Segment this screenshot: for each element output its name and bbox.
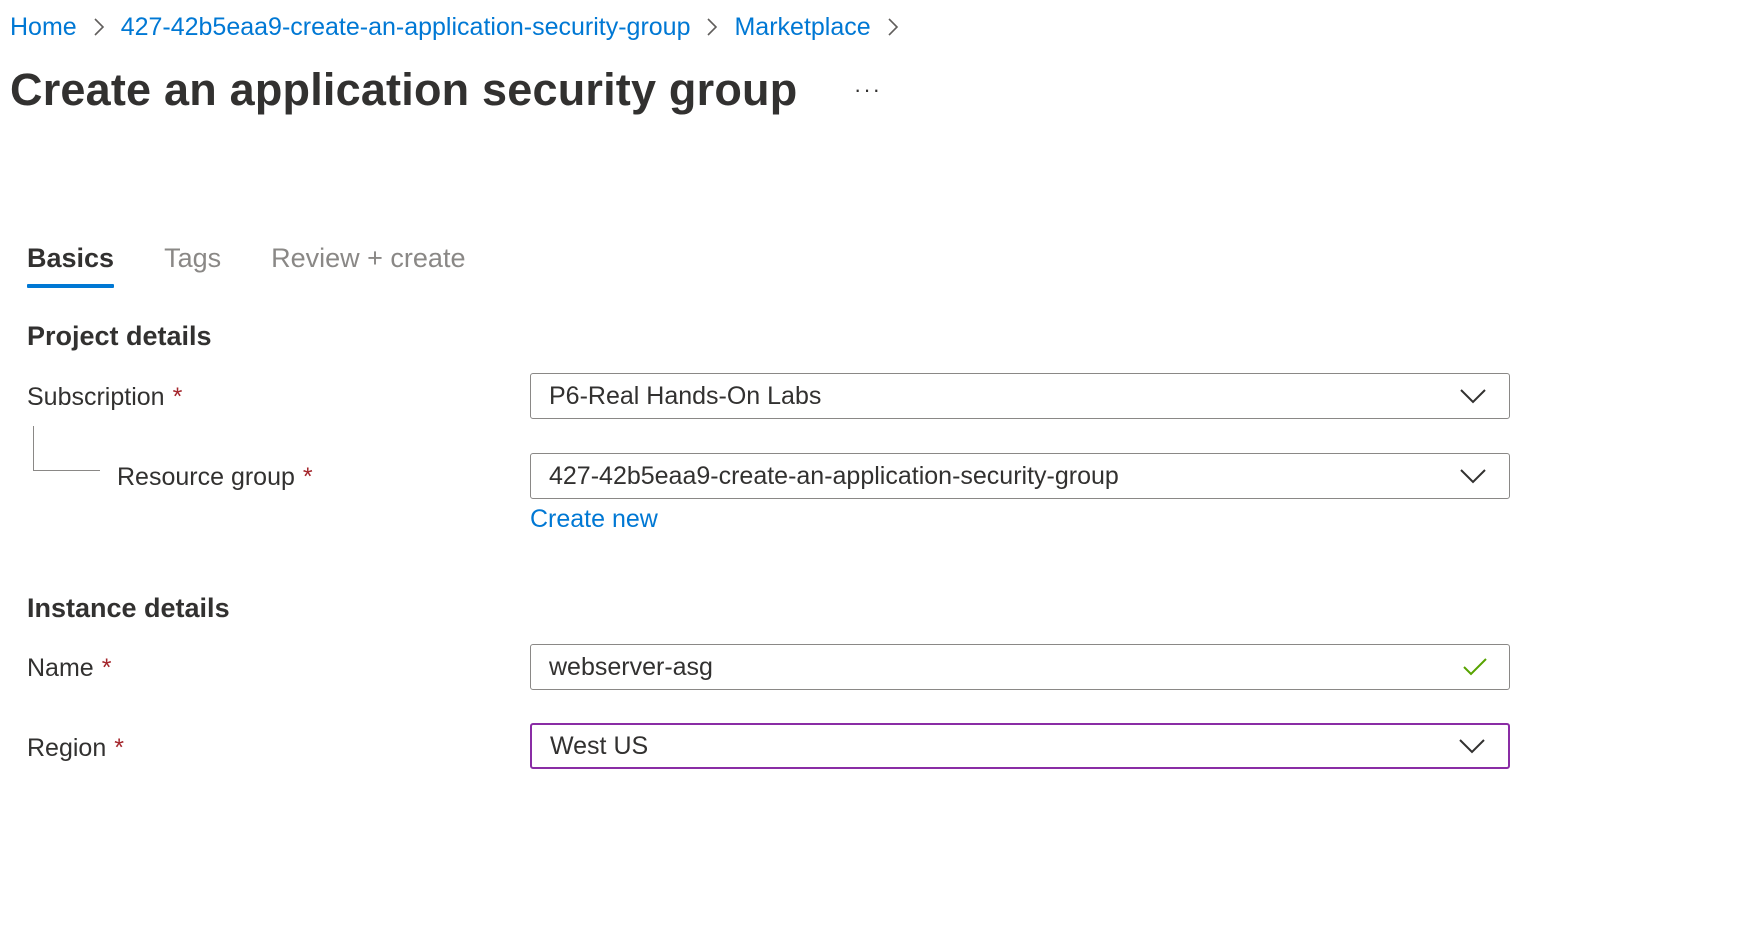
page: Home 427-42b5eaa9-create-an-application-… [0,0,1754,928]
checkmark-icon [1451,644,1499,690]
required-asterisk: * [114,734,124,762]
chevron-down-icon [1448,723,1496,769]
breadcrumb: Home 427-42b5eaa9-create-an-application-… [10,10,915,44]
tab-review-create[interactable]: Review + create [271,238,465,288]
resource-group-value: 427-42b5eaa9-create-an-application-secur… [549,461,1119,490]
name-label: Name * [27,651,111,685]
region-value: West US [550,731,649,760]
region-dropdown[interactable]: West US [530,723,1510,769]
required-asterisk: * [302,463,313,491]
chevron-down-icon [1449,453,1497,499]
chevron-right-icon [77,17,121,37]
resource-group-dropdown[interactable]: 427-42b5eaa9-create-an-application-secur… [530,453,1510,499]
tab-tags[interactable]: Tags [164,238,221,288]
subscription-value: P6-Real Hands-On Labs [549,381,822,410]
project-details-heading: Project details [27,321,212,351]
breadcrumb-resource-group-link[interactable]: 427-42b5eaa9-create-an-application-secur… [121,10,691,44]
breadcrumb-marketplace-link[interactable]: Marketplace [734,10,870,44]
tab-bar: Basics Tags Review + create [27,238,515,288]
subscription-label-text: Subscription [27,383,165,411]
resource-group-label: Resource group * [117,460,313,494]
breadcrumb-home-link[interactable]: Home [10,10,77,44]
page-title: Create an application security group [10,64,798,115]
chevron-right-icon [871,17,915,37]
region-label: Region * [27,731,124,765]
chevron-down-icon [1449,373,1497,419]
resource-group-label-text: Resource group [117,463,295,491]
instance-details-heading: Instance details [27,593,230,623]
name-field[interactable] [530,644,1510,690]
region-label-text: Region [27,734,107,762]
name-input[interactable] [531,646,1451,688]
subscription-label: Subscription * [27,380,182,414]
create-new-resource-group-link[interactable]: Create new [530,502,658,536]
chevron-right-icon [690,17,734,37]
more-options-button[interactable]: ··· [848,77,888,102]
tree-connector-line [33,426,100,471]
required-asterisk: * [172,383,183,411]
required-asterisk: * [101,654,112,682]
subscription-dropdown[interactable]: P6-Real Hands-On Labs [530,373,1510,419]
tab-basics[interactable]: Basics [27,238,115,288]
name-label-text: Name [27,654,94,682]
